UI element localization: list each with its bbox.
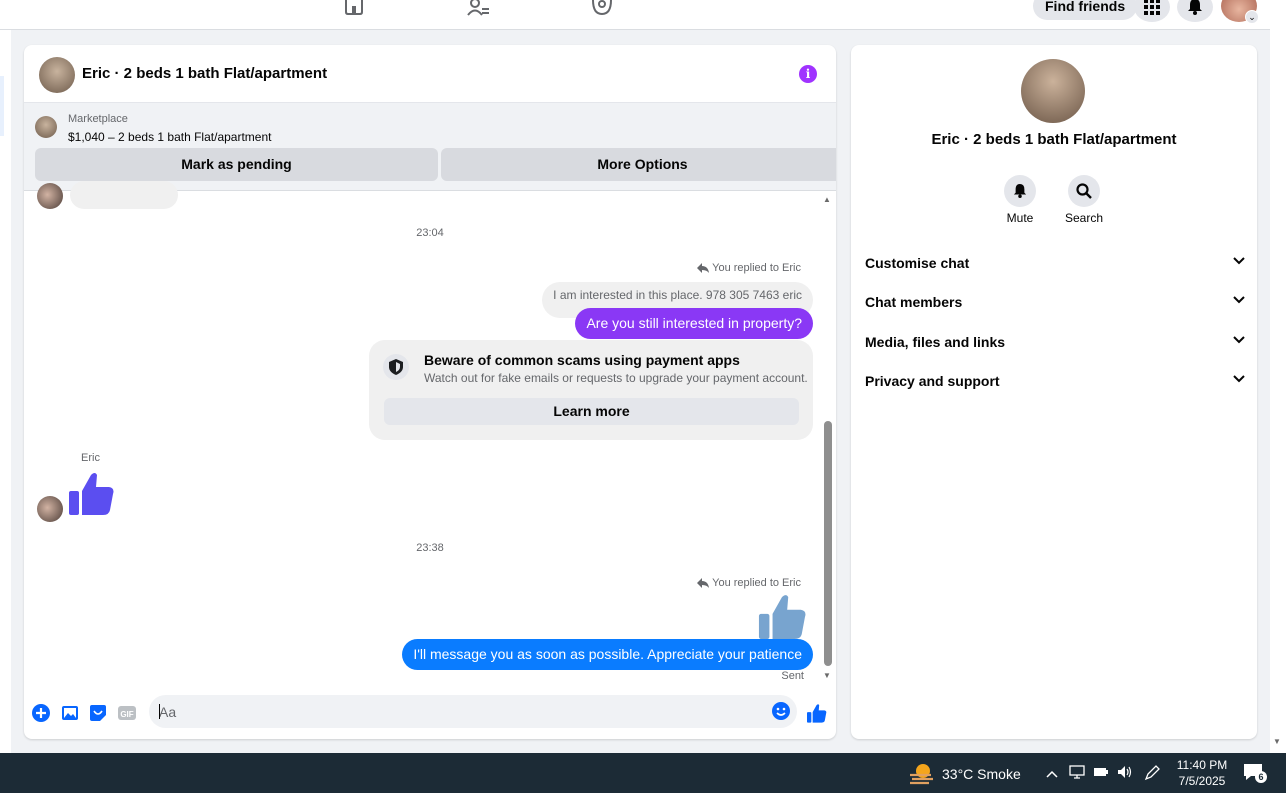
sticker-icon[interactable]: [88, 703, 108, 723]
send-like-icon[interactable]: [807, 703, 827, 723]
notification-count-badge: 6: [1255, 771, 1267, 783]
clock-date: 7/5/2025: [1178, 774, 1226, 788]
message-status: Sent: [781, 670, 804, 682]
reply-indicator: You replied to Eric: [697, 262, 801, 274]
chevron-down-icon: [1233, 375, 1245, 383]
top-navbar: Find friends ⌄: [0, 0, 1270, 30]
like-icon: [69, 473, 114, 515]
scam-warning-subtitle: Watch out for fake emails or requests to…: [424, 371, 808, 385]
emoji-icon[interactable]: [771, 701, 791, 726]
battery-icon[interactable]: [1093, 765, 1109, 784]
smoke-weather-icon: [910, 764, 933, 785]
section-chat-members[interactable]: Chat members: [865, 294, 1245, 316]
outgoing-message[interactable]: I'll message you as soon as possible. Ap…: [402, 639, 813, 670]
like-icon: [758, 595, 806, 639]
listing-title[interactable]: $1,040 – 2 beds 1 bath Flat/apartment: [68, 130, 271, 144]
scroll-down-arrow-icon[interactable]: ▼: [822, 671, 832, 680]
chevron-down-icon: ⌄: [1245, 10, 1259, 24]
search-label: Search: [1064, 211, 1104, 225]
svg-text:GIF: GIF: [120, 710, 133, 719]
section-label: Media, files and links: [865, 334, 1006, 350]
section-media-files-links[interactable]: Media, files and links: [865, 334, 1245, 356]
conversation-name: Eric · 2 beds 1 bath Flat/apartment: [931, 131, 1177, 148]
clock[interactable]: 11:40 PM 7/5/2025: [1172, 757, 1232, 789]
weather-text: 33°C Smoke: [942, 766, 1021, 782]
chevron-up-icon[interactable]: [1046, 765, 1058, 783]
text-cursor: [159, 704, 160, 719]
chat-avatar[interactable]: [39, 57, 75, 93]
left-sidebar-edge: [0, 30, 11, 753]
reply-indicator: You replied to Eric: [697, 577, 801, 589]
notification-center-icon[interactable]: 6: [1243, 763, 1267, 783]
chevron-down-icon: [1233, 296, 1245, 304]
reply-arrow-icon: [697, 578, 710, 588]
marketplace-banner: Marketplace $1,040 – 2 beds 1 bath Flat/…: [24, 103, 836, 191]
scam-warning-card: Beware of common scams using payment app…: [369, 340, 813, 440]
message-composer: GIF: [24, 693, 836, 733]
section-label: Privacy and support: [865, 373, 1000, 389]
chat-header: Eric · 2 beds 1 bath Flat/apartment i: [24, 45, 836, 103]
sender-avatar: [37, 183, 63, 209]
mute-button[interactable]: Mute: [995, 175, 1045, 225]
more-options-button[interactable]: More Options: [441, 148, 836, 181]
sender-avatar: [37, 496, 63, 522]
shield-icon: [383, 354, 409, 380]
message-bubble-partial[interactable]: [70, 181, 178, 209]
message-input-wrapper: [149, 695, 797, 728]
message-input[interactable]: [159, 695, 759, 728]
sender-name: Eric: [81, 452, 100, 464]
info-icon[interactable]: i: [799, 65, 817, 83]
scrollbar-thumb[interactable]: [824, 421, 832, 666]
friends-icon[interactable]: [467, 0, 489, 16]
weather-widget[interactable]: 33°C Smoke: [909, 763, 1021, 785]
reply-indicator-text: You replied to Eric: [712, 262, 801, 274]
thumbs-up-sticker[interactable]: [69, 471, 115, 520]
section-privacy-support[interactable]: Privacy and support: [865, 373, 1245, 395]
pen-icon[interactable]: [1144, 765, 1160, 786]
scam-warning-title: Beware of common scams using payment app…: [424, 352, 740, 368]
chevron-down-icon: [1233, 257, 1245, 265]
notifications-bell-icon[interactable]: [1177, 0, 1213, 22]
conversation-avatar[interactable]: [1021, 59, 1085, 123]
timestamp: 23:38: [416, 542, 444, 554]
chat-title[interactable]: Eric · 2 beds 1 bath Flat/apartment: [82, 65, 327, 82]
mute-label: Mute: [1006, 211, 1034, 225]
groups-icon[interactable]: [591, 0, 613, 16]
search-button[interactable]: Search: [1059, 175, 1109, 225]
listing-thumbnail[interactable]: [35, 116, 57, 138]
scroll-up-arrow-icon[interactable]: ▲: [822, 195, 832, 204]
menu-grid-icon[interactable]: [1134, 0, 1170, 22]
scroll-down-arrow-icon[interactable]: ▼: [1273, 737, 1281, 746]
bell-icon: [1004, 175, 1036, 207]
search-icon: [1068, 175, 1100, 207]
photo-icon[interactable]: [60, 703, 80, 723]
clock-time: 11:40 PM: [1176, 758, 1228, 772]
marketplace-label: Marketplace: [68, 113, 128, 125]
section-customise-chat[interactable]: Customise chat: [865, 255, 1245, 277]
chevron-down-icon: [1233, 336, 1245, 344]
network-icon[interactable]: [1069, 765, 1085, 784]
learn-more-button[interactable]: Learn more: [384, 398, 799, 425]
gif-icon[interactable]: GIF: [117, 703, 137, 723]
os-taskbar: 33°C Smoke 11:40 PM 7/5/2025 6: [0, 753, 1286, 793]
reply-arrow-icon: [697, 263, 710, 273]
sidebar-selected-indicator: [0, 76, 4, 136]
mark-as-pending-button[interactable]: Mark as pending: [35, 148, 438, 181]
section-label: Chat members: [865, 294, 963, 310]
reply-indicator-text: You replied to Eric: [712, 577, 801, 589]
page-scrollbar[interactable]: ▼: [1270, 0, 1286, 753]
plus-icon[interactable]: [31, 703, 51, 723]
section-label: Customise chat: [865, 255, 970, 271]
find-friends-button[interactable]: Find friends: [1033, 0, 1138, 20]
message-scrollbar[interactable]: ▲ ▼: [822, 191, 836, 685]
conversation-details-panel: Eric · 2 beds 1 bath Flat/apartment Mute…: [851, 45, 1257, 739]
volume-icon[interactable]: [1117, 765, 1133, 784]
message-list: 23:04 You replied to Eric I am intereste…: [24, 181, 836, 685]
home-icon[interactable]: [343, 0, 365, 16]
timestamp: 23:04: [416, 227, 444, 239]
chat-panel: Eric · 2 beds 1 bath Flat/apartment i Ma…: [24, 45, 836, 739]
profile-avatar[interactable]: ⌄: [1221, 0, 1259, 24]
outgoing-message[interactable]: Are you still interested in property?: [575, 308, 813, 339]
quoted-like-sticker[interactable]: [755, 593, 811, 644]
